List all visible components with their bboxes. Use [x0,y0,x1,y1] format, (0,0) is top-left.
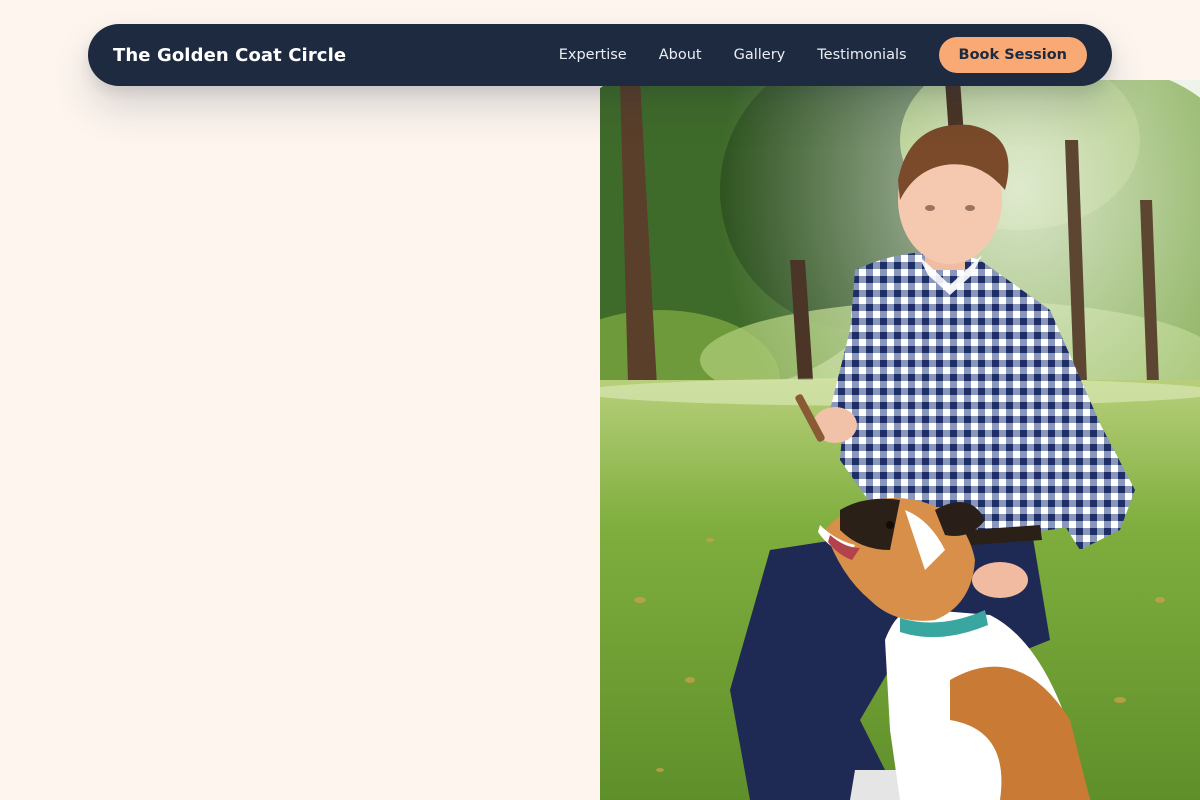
nav-link-about[interactable]: About [659,47,702,63]
hero-photo [600,80,1200,800]
nav-link-gallery[interactable]: Gallery [734,47,786,63]
page: The Golden Coat Circle Expertise About G… [0,0,1200,800]
nav-link-expertise[interactable]: Expertise [559,47,627,63]
top-navbar: The Golden Coat Circle Expertise About G… [88,24,1112,86]
book-session-button[interactable]: Book Session [938,37,1087,73]
nav-link-testimonials[interactable]: Testimonials [817,47,906,63]
nav-links: Expertise About Gallery Testimonials Boo… [559,37,1087,73]
brand-logo-text[interactable]: The Golden Coat Circle [113,45,346,66]
man-training-dog-photo [600,80,1200,800]
